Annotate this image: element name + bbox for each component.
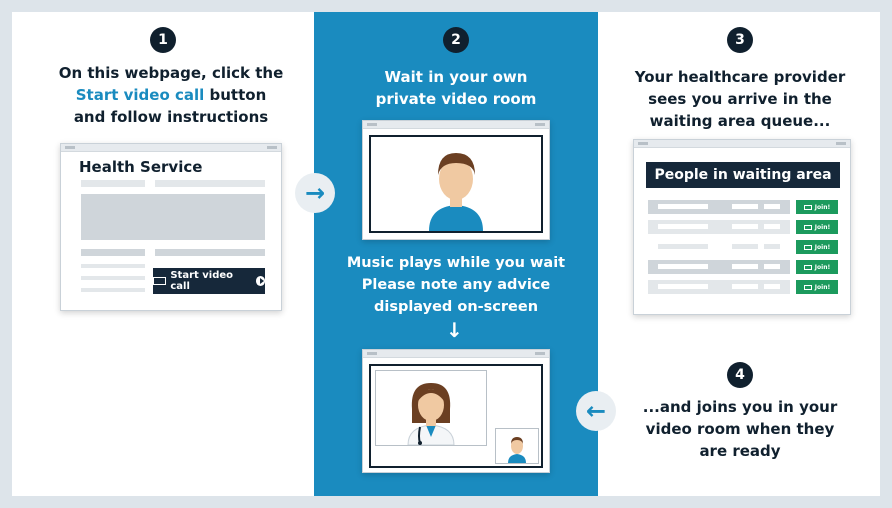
right-arrow-icon: → xyxy=(295,173,335,213)
video-panel xyxy=(369,364,543,468)
self-view-tile xyxy=(495,428,539,464)
window-titlebar xyxy=(363,350,549,358)
video-camera-icon xyxy=(803,244,812,250)
start-video-call-highlight: Start video call xyxy=(75,86,205,104)
step-4-number: 4 xyxy=(727,362,753,388)
patient-avatar xyxy=(508,437,526,463)
step-2-caption: Wait in your own private video room xyxy=(324,66,588,110)
join-label: Join! xyxy=(814,223,831,231)
placeholder-image xyxy=(81,194,265,240)
step-1-line-2: Start video call button xyxy=(40,84,302,106)
video-camera-icon xyxy=(803,204,812,210)
placeholder-line xyxy=(81,288,145,292)
join-label: Join! xyxy=(814,283,831,291)
queue-row-text xyxy=(732,204,758,209)
queue-row-text xyxy=(732,284,758,289)
step-2-middle-line-3: displayed on-screen xyxy=(373,299,539,315)
step-2-middle-line-1: Music plays while you wait xyxy=(346,255,566,271)
step-3-line-1: Your healthcare provider xyxy=(634,68,846,86)
video-camera-icon xyxy=(803,284,812,290)
placeholder-bar xyxy=(81,180,145,187)
queue-row-text xyxy=(732,244,758,249)
queue-row-text xyxy=(732,224,758,229)
doctor-video-tile xyxy=(375,370,487,446)
queue-row-text xyxy=(764,224,780,229)
join-button[interactable]: Join! xyxy=(796,240,838,254)
step-1-line-1: On this webpage, click the xyxy=(58,64,284,82)
join-button[interactable]: Join! xyxy=(796,200,838,214)
step-3-line-3: waiting area queue... xyxy=(649,112,831,130)
step-2-middle-line-2: Please note any advice xyxy=(361,277,551,293)
join-label: Join! xyxy=(814,263,831,271)
step-3-caption: Your healthcare provider sees you arrive… xyxy=(616,66,864,132)
join-button[interactable]: Join! xyxy=(796,260,838,274)
video-room-window xyxy=(362,349,550,473)
health-service-window: Health Service Start video call xyxy=(60,143,282,311)
window-titlebar xyxy=(363,121,549,129)
queue-row-text xyxy=(658,264,708,269)
start-video-call-label: Start video call xyxy=(170,270,234,292)
step-4-caption: ...and joins you in your video room when… xyxy=(622,396,858,462)
step-4-line-1: ...and joins you in your xyxy=(642,398,838,416)
placeholder-bar xyxy=(155,180,265,187)
health-service-title: Health Service xyxy=(79,158,203,176)
step-4-line-3: are ready xyxy=(699,442,781,460)
queue-row-text xyxy=(658,224,708,229)
queue-row-text xyxy=(658,244,708,249)
window-titlebar xyxy=(634,140,850,148)
placeholder-bar xyxy=(81,249,145,256)
left-arrow-icon: ← xyxy=(576,391,616,431)
queue-row-text xyxy=(764,284,780,289)
step-1-caption: On this webpage, click the Start video c… xyxy=(40,62,302,128)
doctor-avatar xyxy=(407,383,455,446)
join-button[interactable]: Join! xyxy=(796,220,838,234)
private-video-room-window xyxy=(362,120,550,240)
join-button[interactable]: Join! xyxy=(796,280,838,294)
window-titlebar xyxy=(61,144,281,152)
placeholder-line xyxy=(81,276,145,280)
video-camera-icon xyxy=(803,224,812,230)
step-1-line-2-rest: button xyxy=(209,86,267,104)
step-2-middle-caption: Music plays while you wait Please note a… xyxy=(320,252,592,318)
waiting-area-header: People in waiting area xyxy=(646,162,840,188)
down-arrow-icon: ↓ xyxy=(446,318,463,342)
video-panel xyxy=(369,135,543,233)
patient-avatar xyxy=(429,153,483,231)
join-label: Join! xyxy=(814,203,831,211)
step-1-number: 1 xyxy=(150,27,176,53)
start-video-call-button[interactable]: Start video call xyxy=(153,268,265,294)
queue-row-text xyxy=(764,244,780,249)
waiting-area-window: People in waiting area Join! Join! Join!… xyxy=(633,139,851,315)
step-1-line-3: and follow instructions xyxy=(73,108,269,126)
step-3-number: 3 xyxy=(727,27,753,53)
queue-row-text xyxy=(764,204,780,209)
step-2-number: 2 xyxy=(443,27,469,53)
step-4-line-2: video room when they xyxy=(645,420,835,438)
step-3-line-2: sees you arrive in the xyxy=(648,90,832,108)
join-label: Join! xyxy=(814,243,831,251)
video-camera-icon xyxy=(803,264,812,270)
step-2-line-2: private video room xyxy=(375,90,537,108)
placeholder-line xyxy=(81,264,145,268)
queue-row-text xyxy=(658,204,708,209)
queue-row-text xyxy=(658,284,708,289)
video-camera-icon xyxy=(153,277,167,285)
queue-row-text xyxy=(732,264,758,269)
queue-row-text xyxy=(764,264,780,269)
play-icon xyxy=(255,276,265,286)
step-2-line-1: Wait in your own xyxy=(384,68,528,86)
placeholder-bar xyxy=(155,249,265,256)
